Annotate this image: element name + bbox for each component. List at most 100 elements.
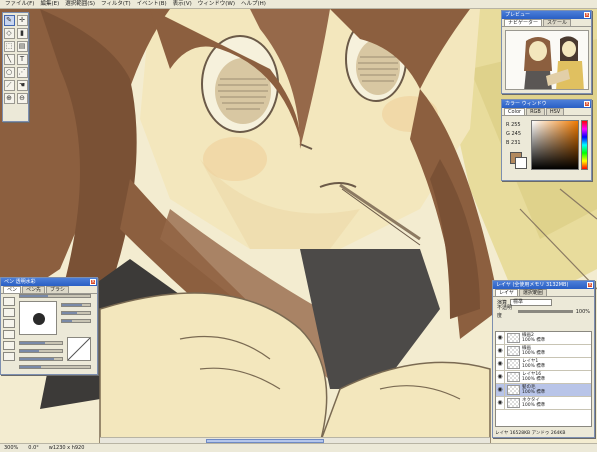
move-tool-icon[interactable]: ✛ bbox=[16, 15, 28, 26]
preview-thumbnail[interactable] bbox=[505, 30, 589, 90]
density-slider[interactable] bbox=[61, 303, 91, 307]
menu-item-5[interactable]: 表示(V) bbox=[170, 0, 195, 8]
layer-opacity-slider[interactable] bbox=[518, 310, 573, 313]
layer-info: 100% 標準 bbox=[522, 338, 546, 343]
visibility-eye-icon[interactable]: ◉ bbox=[496, 358, 505, 370]
canvas-size: w1230 x h920 bbox=[48, 445, 85, 451]
paint-amount-slider[interactable] bbox=[19, 341, 63, 345]
pen-settings bbox=[3, 294, 95, 373]
select-tool-icon[interactable]: ⬚ bbox=[3, 41, 15, 52]
brush-size-slider[interactable] bbox=[19, 294, 91, 298]
status-bar: 300% 0.0° w1230 x h920 bbox=[0, 443, 597, 452]
tab-selection[interactable]: 選択範囲 bbox=[518, 289, 547, 296]
tab-scale[interactable]: スケール bbox=[543, 19, 572, 26]
pen-preset-5-icon[interactable] bbox=[3, 341, 15, 350]
eraser-tool-icon[interactable]: ◇ bbox=[3, 28, 15, 39]
layer-info: 100% 標準 bbox=[522, 364, 546, 369]
opacity-label: 不透明度 bbox=[497, 304, 513, 319]
layer-text: レイヤ16 100% 標準 bbox=[522, 372, 545, 383]
eyedropper-icon[interactable]: ⟋ bbox=[3, 80, 15, 91]
mix-slider[interactable] bbox=[19, 349, 63, 353]
color-window-title: カラー ウィンドウ bbox=[502, 100, 591, 108]
layer-info: 100% 標準 bbox=[522, 351, 546, 356]
saturation-value-picker[interactable] bbox=[531, 120, 579, 170]
visibility-eye-icon[interactable]: ◉ bbox=[496, 345, 505, 357]
pen-tool-icon[interactable]: ✎ bbox=[3, 15, 15, 26]
menu-item-3[interactable]: フィルタ(T) bbox=[98, 0, 134, 8]
tab-color[interactable]: Color bbox=[504, 108, 526, 115]
layer-row[interactable]: ◉ レイヤ16 100% 標準 bbox=[496, 371, 591, 384]
zoom-in-icon[interactable]: ⊕ bbox=[3, 93, 15, 104]
pen-tabs: ペン ペン先 ブラシ bbox=[1, 286, 97, 294]
layer-info: 100% 標準 bbox=[522, 403, 546, 408]
lasso-tool-icon[interactable]: ○ bbox=[3, 67, 15, 78]
layer-row[interactable]: ◉ 線画 100% 標準 bbox=[496, 345, 591, 358]
blend-slider[interactable] bbox=[61, 319, 91, 323]
magic-wand-icon[interactable]: ⋰ bbox=[16, 67, 28, 78]
layer-row[interactable]: ◉ レイヤ1 100% 標準 bbox=[496, 358, 591, 371]
menu-item-7[interactable]: ヘルプ(H) bbox=[238, 0, 269, 8]
opacity-value: 100% bbox=[575, 308, 590, 315]
text-tool-icon[interactable]: T bbox=[16, 54, 28, 65]
layer-text: 髪の毛 100% 標準 bbox=[522, 385, 545, 396]
pen-preset-1-icon[interactable] bbox=[3, 297, 15, 306]
visibility-eye-icon[interactable]: ◉ bbox=[496, 371, 505, 383]
close-icon[interactable]: × bbox=[584, 101, 590, 107]
pen-preset-2-icon[interactable] bbox=[3, 308, 15, 317]
layer-thumbnail bbox=[507, 346, 520, 356]
background-color-swatch[interactable] bbox=[515, 157, 527, 169]
menu-item-1[interactable]: 編集(E) bbox=[37, 0, 62, 8]
gradient-tool-icon[interactable]: ▤ bbox=[16, 41, 28, 52]
tab-layers[interactable]: レイヤ bbox=[495, 289, 518, 296]
tab-hsv[interactable]: HSV bbox=[545, 108, 565, 115]
tool-grid: ✎ ✛ ◇ ▮ ⬚ ▤ ╲ T ○ ⋰ ⟋ ☚ ⊕ ⊖ bbox=[3, 15, 28, 104]
texture-slider[interactable] bbox=[19, 365, 91, 369]
zoom-level: 300% bbox=[4, 445, 19, 451]
layer-thumbnail bbox=[507, 398, 520, 408]
color-tabs: Color RGB HSV bbox=[502, 108, 591, 116]
rotation-angle: 0.0° bbox=[28, 445, 39, 451]
layer-info: 100% 標準 bbox=[522, 377, 546, 382]
green-value: G 245 bbox=[506, 131, 522, 137]
menu-item-2[interactable]: 選択範囲(S) bbox=[62, 0, 98, 8]
layer-tabs: レイヤ 選択範囲 bbox=[493, 289, 594, 297]
pen-preset-3-icon[interactable] bbox=[3, 319, 15, 328]
menu-item-6[interactable]: ウィンドウ(W) bbox=[195, 0, 238, 8]
brush-preview bbox=[19, 301, 57, 335]
layer-panel: レイヤ (全使用メモリ 3132MB) × レイヤ 選択範囲 演算 標準 不透明… bbox=[492, 280, 595, 438]
zoom-out-icon[interactable]: ⊖ bbox=[16, 93, 28, 104]
pen-presets bbox=[3, 297, 16, 363]
memory-status: レイヤ 16528KB アンドゥ 264KB bbox=[495, 431, 566, 436]
menu-item-4[interactable]: イベント(B) bbox=[134, 0, 170, 8]
pen-preset-6-icon[interactable] bbox=[3, 352, 15, 361]
layer-text: ネクタイ 100% 標準 bbox=[522, 398, 545, 409]
tab-brush[interactable]: ブラシ bbox=[46, 286, 69, 293]
water-slider[interactable] bbox=[19, 357, 63, 361]
close-icon[interactable]: × bbox=[587, 282, 593, 288]
pen-preset-4-icon[interactable] bbox=[3, 330, 15, 339]
opacity-slider[interactable] bbox=[61, 311, 91, 315]
visibility-eye-icon[interactable]: ◉ bbox=[496, 332, 505, 344]
fill-tool-icon[interactable]: ▮ bbox=[16, 28, 28, 39]
menu-item-0[interactable]: ファイル(F) bbox=[2, 0, 37, 8]
color-window: カラー ウィンドウ × Color RGB HSV R 255 G 245 B … bbox=[501, 99, 592, 181]
preview-tabs: ナビゲーター スケール bbox=[502, 19, 591, 27]
blend-mode-select[interactable]: 標準 bbox=[510, 299, 553, 306]
close-icon[interactable]: × bbox=[584, 12, 590, 18]
layer-row[interactable]: ◉ 線画2 100% 標準 bbox=[496, 332, 591, 345]
tab-navigator[interactable]: ナビゲーター bbox=[504, 19, 543, 26]
pressure-curve[interactable] bbox=[67, 337, 91, 361]
layer-row[interactable]: ◉ 髪の毛 100% 標準 bbox=[496, 384, 591, 397]
layer-text: 線画 100% 標準 bbox=[522, 346, 545, 357]
visibility-eye-icon[interactable]: ◉ bbox=[496, 384, 505, 396]
tab-pen-tip[interactable]: ペン先 bbox=[22, 286, 46, 293]
layer-row[interactable]: ◉ ネクタイ 100% 標準 bbox=[496, 397, 591, 410]
line-tool-icon[interactable]: ╲ bbox=[3, 54, 15, 65]
tab-pen[interactable]: ペン bbox=[3, 286, 22, 293]
layer-thumbnail bbox=[507, 385, 520, 395]
visibility-eye-icon[interactable]: ◉ bbox=[496, 397, 505, 409]
hand-tool-icon[interactable]: ☚ bbox=[16, 80, 28, 91]
tab-rgb[interactable]: RGB bbox=[526, 108, 545, 115]
close-icon[interactable]: × bbox=[90, 279, 96, 285]
hue-slider[interactable] bbox=[581, 120, 588, 170]
